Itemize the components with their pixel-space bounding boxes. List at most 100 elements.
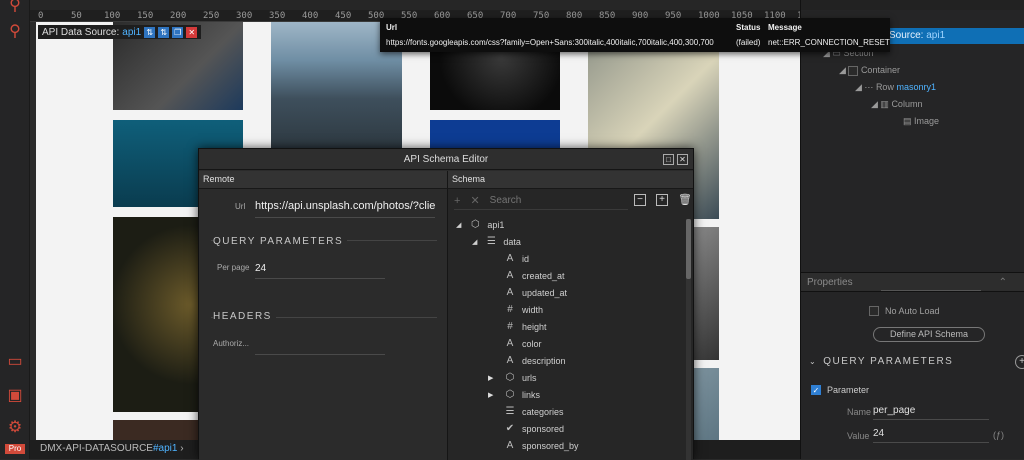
delete-icon[interactable]: ✕ — [186, 26, 198, 38]
array-icon: ☰ — [486, 236, 496, 247]
schema-field-description[interactable]: Adescription — [504, 352, 566, 369]
schema-scrollbar[interactable] — [686, 219, 691, 460]
status-header: Status — [736, 23, 761, 32]
close-icon[interactable]: ✕ — [677, 154, 688, 165]
ruler-tick-label: 100 — [104, 11, 121, 21]
schema-field-sponsored-by[interactable]: Asponsored_by — [504, 437, 579, 454]
schema-search-bar: + ✕ — [454, 192, 628, 210]
pro-badge-icon: Pro — [5, 444, 25, 454]
move-up-icon[interactable]: ⇅ — [144, 26, 156, 38]
schema-search-input[interactable] — [489, 195, 600, 206]
schema-field-height[interactable]: # height — [504, 318, 546, 335]
breadcrumb-item[interactable]: DMX-API-DATASOURCE — [40, 443, 153, 454]
settings-gear-icon[interactable]: ⚙ — [5, 418, 25, 438]
text-icon: A — [506, 355, 514, 366]
datasource-id: api1 — [122, 26, 142, 38]
schema-field-width[interactable]: # width — [504, 301, 543, 318]
schema-field-label: description — [522, 355, 566, 366]
expand-all-icon[interactable]: + — [656, 194, 668, 206]
pages-icon[interactable]: ▭ — [5, 352, 25, 372]
schema-field-sponsored[interactable]: ✔ sponsored — [504, 420, 564, 437]
maximize-icon[interactable]: □ — [663, 154, 674, 165]
schema-field-label: categories — [522, 406, 564, 417]
value-label: Value — [847, 431, 870, 441]
no-auto-load-checkbox[interactable] — [869, 306, 879, 316]
schema-field-urls[interactable]: ▶ ⬡ urls — [488, 369, 537, 386]
tree-node-image[interactable]: ▤ Image — [903, 116, 939, 127]
dialog-title-bar[interactable]: API Schema Editor — [199, 149, 693, 170]
parameter-value-input[interactable]: 24 — [873, 428, 989, 443]
number-icon: # — [507, 321, 513, 332]
duplicate-icon[interactable]: ❐ — [172, 26, 184, 38]
breadcrumb-id[interactable]: #api1 — [153, 443, 177, 454]
parameter-name-input[interactable]: per_page — [873, 405, 989, 420]
trash-icon[interactable]: 🗑 — [678, 193, 692, 206]
top-toolbar — [30, 0, 800, 10]
message-header: Message — [768, 23, 802, 32]
tree-node-container[interactable]: ◢ Container — [839, 65, 900, 76]
object-icon: ⬡ — [505, 372, 515, 383]
collapse-icon[interactable]: ⌃ — [999, 277, 1007, 288]
expand-arrow-icon[interactable]: ▶ — [488, 374, 493, 382]
parameter-checkbox[interactable]: ✓ — [811, 385, 821, 395]
assets-icon[interactable]: ▣ — [5, 386, 25, 406]
schema-field-categories[interactable]: ☰ categories — [504, 403, 564, 420]
ruler-tick-label: 150 — [137, 11, 154, 21]
dialog-title: API Schema Editor — [403, 154, 489, 165]
name-label: Name — [847, 407, 872, 417]
properties-header[interactable]: Properties ⌃ — [801, 272, 1024, 292]
schema-field-label: id — [522, 253, 530, 264]
schema-field-label: updated_at — [522, 287, 568, 298]
schema-field-color[interactable]: Acolor — [504, 335, 542, 352]
schema-pane-header: Schema — [447, 171, 693, 189]
tree-node-column[interactable]: ◢ ▥ Column — [871, 99, 922, 110]
ruler-tick-label: 400 — [302, 11, 319, 21]
array-icon: ☰ — [505, 406, 515, 417]
remote-pane-header: Remote — [199, 171, 447, 189]
add-parameter-icon[interactable]: + — [1015, 355, 1024, 369]
query-parameters-title: QUERY PARAMETERS — [213, 236, 348, 247]
schema-root-node[interactable]: ◢ ⬡ api1 — [456, 216, 504, 233]
app-logo-icon[interactable]: ⚲ — [5, 0, 25, 16]
authorization-label: Authoriz... — [213, 339, 250, 348]
text-icon: A — [506, 338, 514, 349]
ruler-tick-label: 0 — [38, 11, 44, 21]
tree-node-row[interactable]: ◢ ⋯ Row masonry1 — [855, 82, 936, 93]
schema-data-node[interactable]: ◢ ☰ data — [472, 233, 521, 250]
divider — [881, 290, 981, 291]
network-error-tooltip: Url Status Message https://fonts.googlea… — [380, 18, 890, 52]
per-page-input[interactable]: 24 — [255, 263, 385, 279]
remote-pane: Url https://api.unsplash.com/photos/?cli… — [199, 189, 447, 460]
ruler-tick-label: 300 — [236, 11, 253, 21]
scrollbar-thumb[interactable] — [686, 219, 691, 279]
collapse-all-icon[interactable]: − — [634, 194, 646, 206]
no-auto-load-option[interactable]: No Auto Load — [869, 306, 940, 316]
parameter-item[interactable]: ✓ Parameter — [811, 385, 869, 395]
schema-field-label: color — [522, 338, 542, 349]
schema-field-id[interactable]: Aid — [504, 250, 529, 267]
left-toolbar: ⚲ ⚲ ▭ ▣ ⚙ Pro — [0, 0, 30, 459]
schema-field-updated-at[interactable]: Aupdated_at — [504, 284, 567, 301]
url-label: Url — [235, 202, 246, 211]
dynamic-data-icon[interactable]: (ƒ) — [993, 430, 1004, 440]
schema-field-created-at[interactable]: Acreated_at — [504, 267, 565, 284]
boolean-icon: ✔ — [505, 423, 515, 434]
text-icon: A — [506, 253, 514, 264]
datasource-badge[interactable]: API Data Source: api1 ⇅ ⇅ ❐ ✕ — [38, 25, 202, 39]
move-down-icon[interactable]: ⇅ — [158, 26, 170, 38]
panel-toolbar — [801, 0, 1024, 10]
api-schema-editor-dialog: API Schema Editor □ ✕ Remote Schema Url … — [198, 148, 694, 460]
define-api-schema-button[interactable]: Define API Schema — [873, 327, 985, 342]
schema-field-links[interactable]: ▶ ⬡ links — [488, 386, 540, 403]
authorization-input[interactable] — [255, 340, 385, 355]
headers-title: HEADERS — [213, 311, 276, 322]
search-icon[interactable]: ⚲ — [5, 22, 25, 42]
expand-arrow-icon[interactable]: ▶ — [488, 391, 493, 399]
object-icon: ⬡ — [505, 389, 515, 400]
add-icon[interactable]: + — [454, 195, 460, 207]
url-input[interactable]: https://api.unsplash.com/photos/?client_… — [255, 200, 435, 218]
right-panel: Source: api1 ◢ ▭ Section ◢ Container ◢ ⋯… — [800, 0, 1024, 459]
remove-icon[interactable]: ✕ — [470, 194, 479, 207]
query-params-section[interactable]: ⌄ QUERY PARAMETERS — [809, 356, 953, 367]
schema-field-label: width — [522, 304, 544, 315]
